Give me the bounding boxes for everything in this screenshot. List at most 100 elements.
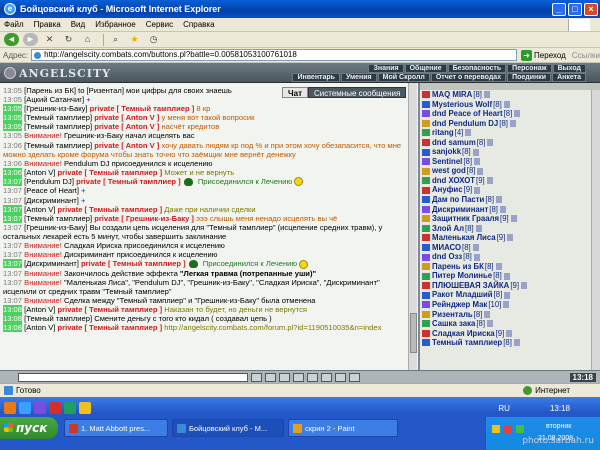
online-user[interactable]: Ракот Младший [8] (422, 290, 592, 300)
quick-launch-icon[interactable] (19, 402, 31, 414)
info-icon[interactable] (465, 129, 472, 137)
private-recipient[interactable]: [ Anton V ] (121, 122, 159, 131)
message-author[interactable]: [Дискриминант] (24, 196, 79, 205)
language-indicator[interactable]: RU (498, 404, 510, 413)
stop-icon[interactable]: ✕ (42, 33, 57, 46)
online-user[interactable]: Сашка зака [8] (422, 319, 592, 329)
online-user[interactable]: Рейнджер Мак [10] (422, 300, 592, 310)
game-nav-button[interactable]: Отчет о переводах (430, 73, 507, 82)
game-nav-button[interactable]: Инвентарь (292, 73, 340, 82)
info-icon[interactable] (496, 196, 503, 204)
message-time[interactable]: 13:06 (3, 167, 23, 177)
menu-item[interactable]: Вид (71, 20, 85, 29)
game-nav-button[interactable]: Персонаж (507, 64, 552, 73)
chat-scroll-thumb[interactable] (410, 313, 417, 353)
quick-launch-icon[interactable] (4, 402, 16, 414)
info-icon[interactable] (495, 263, 502, 271)
game-nav-button[interactable]: Анкета (552, 73, 586, 82)
user-name[interactable]: dnd Pendulum DJ (432, 119, 498, 129)
message-time[interactable]: 13:05 (3, 122, 23, 132)
chat-input[interactable] (18, 372, 248, 382)
user-name[interactable]: sanjokk (432, 147, 461, 157)
close-button[interactable]: × (584, 2, 598, 16)
message-author[interactable]: [Дискриминант] (24, 259, 79, 268)
info-icon[interactable] (487, 139, 494, 146)
game-nav-button[interactable]: Мой Скролл (377, 73, 430, 82)
message-time[interactable]: 13:07 (3, 269, 22, 278)
info-icon[interactable] (487, 320, 493, 328)
message-time[interactable]: 13:07 (3, 196, 22, 205)
online-user[interactable]: dnd Озз [8] (422, 252, 592, 262)
message-time[interactable]: 13:06 (3, 159, 22, 168)
info-icon[interactable] (484, 310, 491, 318)
message-time[interactable]: 13:05 (3, 113, 23, 123)
online-user[interactable]: dnd ХОХОТ [9] (422, 176, 592, 186)
user-name[interactable]: dnd Peace of Heart (432, 109, 503, 119)
info-icon[interactable] (499, 205, 506, 213)
game-nav-button[interactable]: Безопасность (447, 64, 507, 73)
online-user[interactable]: ПЛЮШЕВАЯ ЗАЙКА [9] (422, 281, 592, 291)
user-name[interactable]: Парень из БК (432, 262, 484, 272)
info-icon[interactable] (504, 291, 511, 299)
window-titlebar[interactable]: e Бойцовский клуб - Microsoft Internet E… (0, 0, 600, 18)
info-icon[interactable] (503, 301, 510, 309)
message-author[interactable]: [Грешник-из-Баку] (24, 104, 87, 113)
online-user[interactable]: Дискриминант [8] (422, 205, 592, 215)
info-icon[interactable] (472, 244, 479, 252)
user-name[interactable]: Дискриминант (432, 205, 488, 215)
private-recipient[interactable]: [ Темный тамплиер ] (108, 259, 186, 268)
private-recipient[interactable]: [ Anton V ] (121, 113, 159, 122)
message-author[interactable]: [Anton V] (24, 205, 55, 214)
game-nav-button[interactable]: Общение (404, 64, 447, 73)
message-time[interactable]: 13:08 (3, 314, 23, 324)
quick-launch-icon[interactable] (64, 402, 76, 414)
tray-icon[interactable] (504, 425, 512, 433)
private-recipient[interactable]: [ Темный тамплиер ] (85, 205, 163, 214)
menu-item[interactable]: Справка (183, 20, 214, 29)
game-nav-button[interactable]: Умения (340, 73, 377, 82)
private-recipient[interactable]: [ Anton V ] (121, 141, 159, 150)
translit-button[interactable] (321, 372, 332, 382)
online-user[interactable]: dnd Peace of Heart [8] (422, 109, 592, 119)
tray-clock[interactable]: 13:18 (550, 404, 570, 413)
online-user[interactable]: Сладкая Ириска [9] (422, 329, 592, 339)
message-time[interactable]: 13:05 (3, 95, 22, 104)
message-author[interactable]: [Темный тамплиер] (24, 113, 92, 122)
menu-item[interactable]: Сервис (146, 20, 173, 29)
online-user[interactable]: Маленькая Лиса [9] (422, 233, 592, 243)
sound-button[interactable] (335, 372, 346, 382)
game-nav-button[interactable]: Знания (368, 64, 404, 73)
online-user[interactable]: Mysterious Wolf [8] (422, 100, 592, 110)
info-icon[interactable] (503, 272, 510, 280)
private-recipient[interactable]: [ Темный тамплиер ] (85, 305, 163, 314)
message-time[interactable]: 13:08 (3, 323, 23, 333)
user-name[interactable]: МИАСО (432, 243, 461, 253)
user-name[interactable]: MAQ MIRA (432, 90, 472, 100)
address-input[interactable]: http://angelscity.combats.com/buttons.pl… (31, 49, 518, 61)
refresh-icon[interactable]: ↻ (61, 33, 76, 46)
info-icon[interactable] (513, 339, 520, 347)
message-time[interactable]: 13:05 (3, 86, 22, 95)
user-name[interactable]: Злой Ал (432, 224, 464, 234)
search-icon[interactable]: ⌕ (108, 33, 123, 46)
user-name[interactable]: Ризенталь (432, 310, 473, 320)
user-name[interactable]: Сашка зака (432, 319, 475, 329)
message-author[interactable]: [Ацкий Сатанчиг] (24, 95, 84, 104)
forward-button[interactable]: ► (23, 33, 38, 46)
info-icon[interactable] (509, 119, 516, 127)
menu-item[interactable]: Избранное (95, 20, 136, 29)
go-button[interactable]: ➜ Переход (521, 49, 566, 61)
game-nav-button[interactable]: Поединки (507, 73, 552, 82)
user-name[interactable]: Защитник Грааля (432, 214, 499, 224)
info-icon[interactable] (506, 329, 513, 337)
start-button[interactable]: пуск (0, 417, 58, 439)
user-name[interactable]: dnd ХОХОТ (432, 176, 475, 186)
message-author[interactable]: [Темный тамплиер] (24, 314, 92, 323)
online-user[interactable]: Темный тамплиер [8] (422, 338, 592, 348)
message-time[interactable]: 13:07 (3, 186, 22, 195)
online-user[interactable]: Парень из БК [8] (422, 262, 592, 272)
quick-launch-icon[interactable] (49, 402, 61, 414)
online-user[interactable]: Злой Ал [8] (422, 224, 592, 234)
info-icon[interactable] (510, 215, 517, 223)
tab-chat[interactable]: Чат (282, 87, 308, 98)
